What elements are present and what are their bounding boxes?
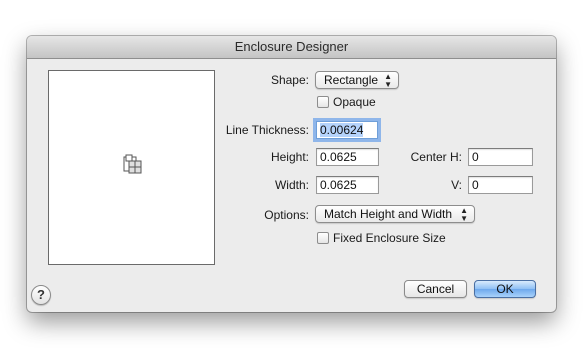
- enclosure-shape-icon: [123, 154, 142, 174]
- height-field[interactable]: 0.0625: [316, 148, 379, 166]
- enclosure-designer-dialog: Enclosure Designer Shape: Rectangle ▲ ▼ O…: [27, 36, 556, 312]
- line-thickness-value: 0.00624: [320, 123, 364, 137]
- cancel-button[interactable]: Cancel: [404, 280, 467, 298]
- options-popup-value: Match Height and Width: [324, 207, 453, 221]
- shape-popup[interactable]: Rectangle ▲ ▼: [315, 71, 399, 89]
- center-v-label: V:: [451, 178, 462, 192]
- popup-arrows-icon: ▲ ▼: [460, 206, 468, 223]
- height-label: Height:: [270, 150, 309, 164]
- width-field[interactable]: 0.0625: [316, 176, 379, 194]
- fixed-enclosure-size-label: Fixed Enclosure Size: [333, 231, 446, 245]
- ok-button[interactable]: OK: [474, 280, 536, 298]
- line-thickness-field[interactable]: 0.00624: [316, 121, 378, 139]
- popup-arrows-icon: ▲ ▼: [384, 72, 392, 89]
- shape-popup-value: Rectangle: [324, 73, 379, 87]
- line-thickness-label: Line Thickness:: [225, 123, 309, 137]
- options-label: Options:: [264, 208, 309, 222]
- fixed-enclosure-size-checkbox[interactable]: [317, 232, 329, 244]
- center-h-field[interactable]: 0: [468, 148, 533, 166]
- window-title: Enclosure Designer: [27, 36, 556, 59]
- center-h-label: Center H:: [410, 150, 462, 164]
- opaque-label: Opaque: [333, 95, 376, 109]
- opaque-checkbox[interactable]: [317, 96, 329, 108]
- enclosure-preview: [48, 70, 215, 265]
- center-v-field[interactable]: 0: [468, 176, 533, 194]
- options-popup[interactable]: Match Height and Width ▲ ▼: [315, 205, 475, 223]
- help-button[interactable]: ?: [31, 285, 51, 305]
- width-label: Width:: [274, 178, 309, 192]
- shape-label: Shape:: [270, 73, 309, 87]
